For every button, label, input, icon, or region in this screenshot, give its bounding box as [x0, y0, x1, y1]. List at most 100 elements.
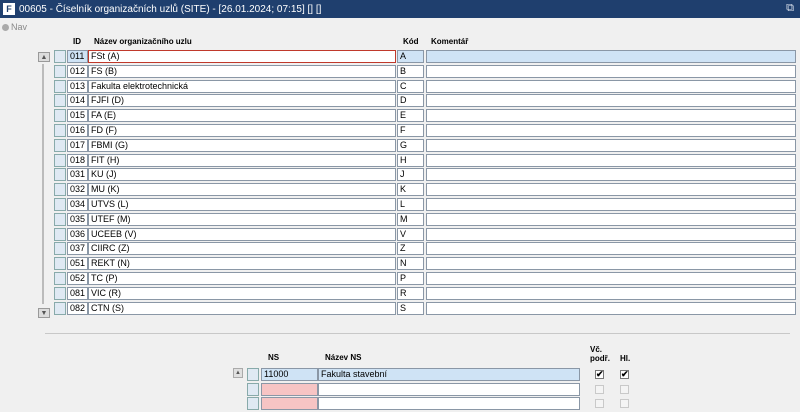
- cell-comment[interactable]: [426, 272, 796, 285]
- cell-name[interactable]: Fakulta elektrotechnická: [88, 79, 396, 93]
- row-selector[interactable]: [54, 286, 66, 300]
- cell-code[interactable]: L: [397, 198, 424, 211]
- cell-name[interactable]: FA (E): [88, 109, 396, 123]
- cell-code[interactable]: S: [397, 301, 424, 315]
- cell-name[interactable]: KU (J): [88, 168, 396, 182]
- cell-name[interactable]: FS (B): [88, 64, 396, 78]
- cell-code[interactable]: G: [397, 138, 424, 152]
- scroll-track[interactable]: [42, 64, 44, 304]
- cell-code[interactable]: K: [397, 183, 424, 197]
- cell-name[interactable]: MU (K): [88, 183, 396, 197]
- row-selector[interactable]: [54, 94, 66, 108]
- row-selector[interactable]: [54, 153, 66, 167]
- cell-name[interactable]: CIIRC (Z): [88, 242, 396, 256]
- row-selector[interactable]: [54, 227, 66, 241]
- cell-ns-name[interactable]: [318, 397, 580, 410]
- cell-name[interactable]: FBMI (G): [88, 138, 396, 152]
- cell-code[interactable]: D: [397, 94, 424, 108]
- cell-comment[interactable]: [426, 212, 796, 226]
- row-selector[interactable]: [54, 109, 66, 123]
- cell-code[interactable]: V: [397, 227, 424, 241]
- cell-id[interactable]: 034: [67, 198, 88, 211]
- nav-button[interactable]: Nav: [2, 22, 27, 32]
- cell-code[interactable]: C: [397, 79, 424, 93]
- row-selector[interactable]: [54, 50, 66, 63]
- scroll-down-icon[interactable]: ▼: [38, 308, 50, 318]
- cell-comment[interactable]: [426, 50, 796, 63]
- cell-ns[interactable]: 11000: [261, 368, 318, 381]
- cell-id[interactable]: 017: [67, 138, 88, 152]
- cell-name[interactable]: FIT (H): [88, 153, 396, 167]
- row-selector[interactable]: [54, 64, 66, 78]
- cell-comment[interactable]: [426, 109, 796, 123]
- cell-name[interactable]: FSt (A): [88, 50, 396, 63]
- cell-id[interactable]: 018: [67, 153, 88, 167]
- cell-name[interactable]: UTVS (L): [88, 198, 396, 211]
- checkbox-hl[interactable]: [620, 384, 629, 394]
- row-selector[interactable]: [54, 124, 66, 137]
- cell-comment[interactable]: [426, 138, 796, 152]
- cell-id[interactable]: 012: [67, 64, 88, 78]
- row-selector[interactable]: [54, 272, 66, 285]
- cell-code[interactable]: R: [397, 286, 424, 300]
- cell-code[interactable]: B: [397, 64, 424, 78]
- scroll-up-icon[interactable]: ▲: [38, 52, 50, 62]
- cell-code[interactable]: F: [397, 124, 424, 137]
- cell-comment[interactable]: [426, 168, 796, 182]
- row-selector[interactable]: [54, 198, 66, 211]
- cell-comment[interactable]: [426, 94, 796, 108]
- row-selector[interactable]: [247, 368, 259, 381]
- cell-comment[interactable]: [426, 153, 796, 167]
- row-selector[interactable]: [54, 79, 66, 93]
- cell-name[interactable]: UCEEB (V): [88, 227, 396, 241]
- row-selector[interactable]: [54, 212, 66, 226]
- cell-id[interactable]: 035: [67, 212, 88, 226]
- cell-comment[interactable]: [426, 301, 796, 315]
- cell-name[interactable]: CTN (S): [88, 301, 396, 315]
- row-selector[interactable]: [54, 168, 66, 182]
- checkbox-hl[interactable]: ✔: [620, 370, 629, 379]
- detail-scroll-up-icon[interactable]: ▲: [233, 368, 243, 378]
- cell-id[interactable]: 082: [67, 301, 88, 315]
- checkbox-vc-podr[interactable]: [595, 384, 604, 394]
- cell-code[interactable]: N: [397, 257, 424, 271]
- cell-id[interactable]: 032: [67, 183, 88, 197]
- cell-id[interactable]: 011: [67, 50, 88, 63]
- cell-id[interactable]: 014: [67, 94, 88, 108]
- checkbox-hl[interactable]: [620, 399, 629, 408]
- cell-name[interactable]: VIC (R): [88, 286, 396, 300]
- cell-id[interactable]: 036: [67, 227, 88, 241]
- row-selector[interactable]: [54, 183, 66, 197]
- cell-comment[interactable]: [426, 257, 796, 271]
- cell-id[interactable]: 052: [67, 272, 88, 285]
- cell-code[interactable]: H: [397, 153, 424, 167]
- cell-id[interactable]: 037: [67, 242, 88, 256]
- restore-window-icon[interactable]: ⧉: [786, 2, 794, 15]
- cell-comment[interactable]: [426, 198, 796, 211]
- cell-comment[interactable]: [426, 124, 796, 137]
- cell-name[interactable]: UTEF (M): [88, 212, 396, 226]
- cell-comment[interactable]: [426, 242, 796, 256]
- row-selector[interactable]: [54, 242, 66, 256]
- checkbox-vc-podr[interactable]: [595, 399, 604, 408]
- cell-comment[interactable]: [426, 79, 796, 93]
- cell-code[interactable]: P: [397, 272, 424, 285]
- cell-comment[interactable]: [426, 286, 796, 300]
- cell-id[interactable]: 081: [67, 286, 88, 300]
- cell-name[interactable]: FD (F): [88, 124, 396, 137]
- row-selector[interactable]: [247, 397, 259, 410]
- cell-code[interactable]: A: [397, 50, 424, 63]
- grid-scrollbar[interactable]: ▲ ▼: [38, 52, 50, 320]
- cell-name[interactable]: REKT (N): [88, 257, 396, 271]
- row-selector[interactable]: [247, 382, 259, 396]
- cell-code[interactable]: Z: [397, 242, 424, 256]
- row-selector[interactable]: [54, 301, 66, 315]
- cell-comment[interactable]: [426, 183, 796, 197]
- cell-name[interactable]: TC (P): [88, 272, 396, 285]
- cell-id[interactable]: 016: [67, 124, 88, 137]
- cell-code[interactable]: E: [397, 109, 424, 123]
- checkbox-vc-podr[interactable]: ✔: [595, 370, 604, 379]
- cell-name[interactable]: FJFI (D): [88, 94, 396, 108]
- cell-ns-name[interactable]: [318, 382, 580, 396]
- cell-ns[interactable]: [261, 382, 318, 396]
